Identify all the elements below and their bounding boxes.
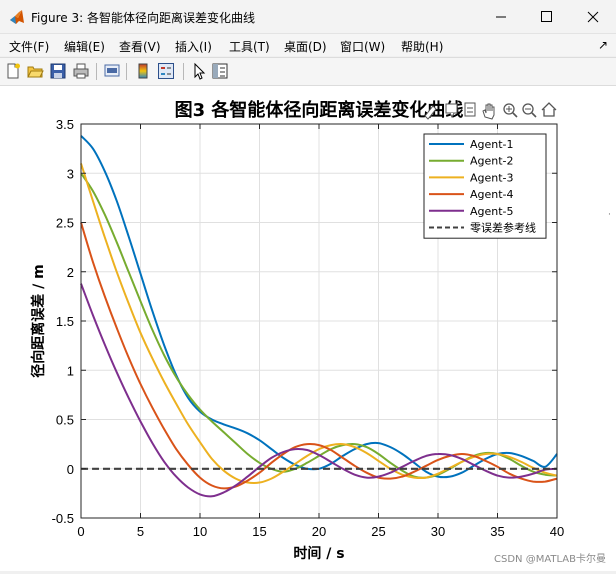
toolbar-separator [183,63,184,80]
plot-area[interactable]: 0 5 10 15 20 25 30 35 40-0.500.511.522.533.5时间 /… [0,86,616,571]
legend-label: Agent-1 [470,138,514,151]
open-file-icon[interactable] [26,62,44,80]
x-tick-label: 30 [431,524,445,539]
pointer-icon[interactable] [190,62,208,80]
matlab-logo-icon [10,10,24,24]
toolbar-separator [96,63,97,80]
x-tick-label: 0 [77,524,84,539]
x-tick-label: 5 [137,524,144,539]
legend-label: Agent-5 [470,205,514,218]
close-button[interactable] [570,0,616,34]
pan-icon[interactable] [482,103,495,120]
legend-icon[interactable] [157,62,175,80]
resize-handle[interactable]: · [608,210,611,220]
print-icon[interactable] [72,62,90,80]
print-preview-icon[interactable] [103,62,121,80]
menu-tools[interactable]: 工具(T) [229,38,270,55]
toolbar-separator [126,63,127,80]
window-title: Figure 3: 各智能体径向距离误差变化曲线 [31,11,255,25]
menu-bar: 文件(F) 编辑(E) 查看(V) 插入(I) 工具(T) 桌面(D) 窗口(W… [0,34,616,56]
legend-label: Agent-3 [470,171,514,184]
legend-label: Agent-4 [470,188,514,201]
figure-canvas: 0 5 10 15 20 25 30 35 40 -0.5 0 0.5 1 1.5 2 2.5 3 3.5 时间 /… [0,86,616,571]
zoom-out-icon[interactable] [522,103,537,118]
watermark: CSDN @MATLAB卡尔曼 [494,554,606,565]
y-tick-label: 3.5 [56,117,74,132]
y-tick-label: 1.5 [56,314,74,329]
y-tick-label: 2.5 [56,216,74,231]
x-tick-label: 20 [312,524,326,539]
y-tick-label: 1 [67,363,74,378]
x-axis-label: 时间 / s [293,545,344,562]
minimize-icon [496,16,506,18]
y-tick-label: 0.5 [56,413,74,428]
colorbar-icon[interactable] [134,62,152,80]
restore-view-icon[interactable] [464,102,476,117]
chart-title: 图3 各智能体径向距离误差变化曲线 [175,99,464,121]
undock-arrow-icon[interactable]: ↗ [598,38,608,52]
save-icon[interactable] [49,62,67,80]
x-tick-label: 40 [550,524,564,539]
menu-window[interactable]: 窗口(W) [340,38,385,55]
new-figure-icon[interactable] [4,62,22,80]
window-title-bar: Figure 3: 各智能体径向距离误差变化曲线 [0,0,616,34]
legend-label: Agent-2 [470,155,514,168]
x-tick-label: 15 [252,524,266,539]
x-tick-label: 25 [371,524,385,539]
y-axis-label: 径向距离误差 / m [30,264,47,377]
zoom-in-icon[interactable] [503,103,518,118]
menu-desktop[interactable]: 桌面(D) [284,38,327,55]
menu-file[interactable]: 文件(F) [9,38,49,55]
minimize-button[interactable] [478,0,524,34]
property-editor-icon[interactable] [211,62,229,80]
home-icon[interactable] [541,102,557,117]
y-tick-label: 0 [67,462,74,477]
menu-edit[interactable]: 编辑(E) [64,38,105,55]
legend-label: 零误差参考线 [470,221,536,235]
maximize-icon [541,11,552,22]
x-tick-label: 35 [490,524,504,539]
figure-toolbar [0,57,616,86]
y-tick-label: -0.5 [52,511,74,526]
close-icon [587,11,599,23]
x-tick-label: 10 [193,524,207,539]
y-tick-label: 3 [67,166,74,181]
y-tick-label: 2 [67,265,74,280]
maximize-button[interactable] [524,0,570,34]
menu-help[interactable]: 帮助(H) [401,38,443,55]
menu-insert[interactable]: 插入(I) [175,38,212,55]
menu-view[interactable]: 查看(V) [119,38,161,55]
